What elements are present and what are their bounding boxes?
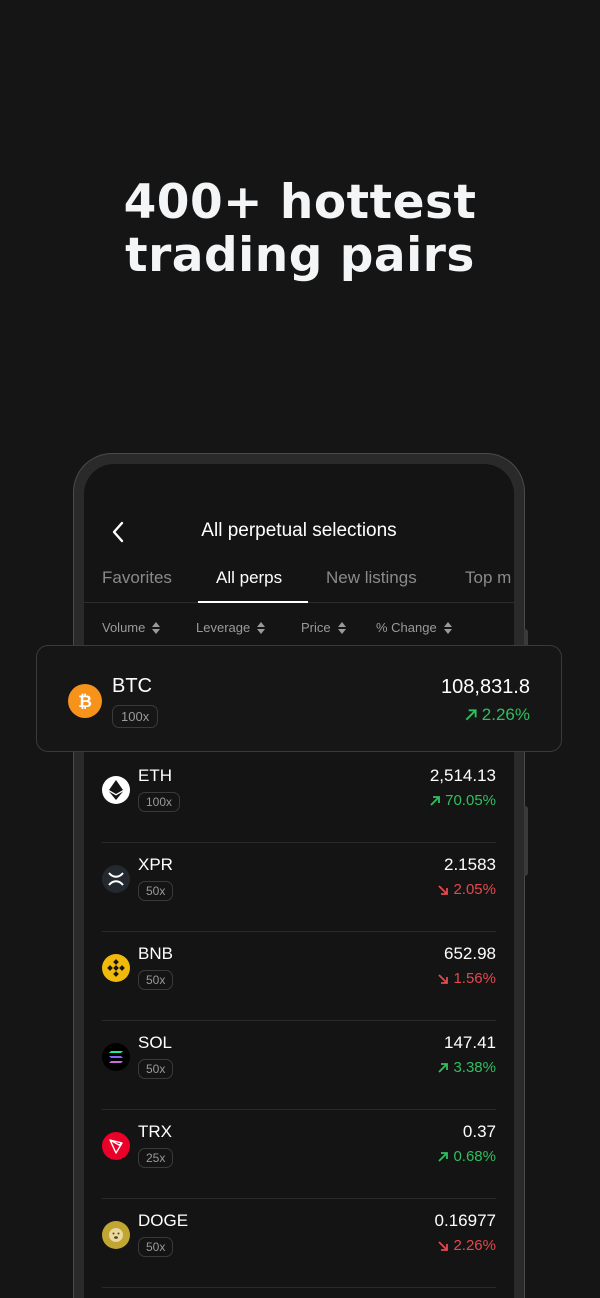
nav-bar: All perpetual selections (84, 512, 514, 552)
pair-symbol: TRX (138, 1122, 172, 1141)
pair-row-sol[interactable]: SOL 50x 147.41 3.38% (102, 1021, 496, 1110)
sort-volume[interactable]: Volume (102, 620, 161, 635)
arrow-down-right-icon (438, 884, 449, 895)
pair-change: 0.68% (437, 1148, 496, 1165)
pair-list: ETH 100x 2,514.13 70.05% XPR 50x 2.1583 (102, 754, 496, 1288)
bitcoin-icon: ₿ (68, 684, 102, 718)
phone-screen: All perpetual selections Favorites All p… (84, 464, 514, 1298)
pair-change-value: 3.38% (453, 1059, 496, 1076)
pair-price: 108,831.8 (441, 676, 530, 698)
sort-volume-label: Volume (102, 620, 146, 635)
arrow-up-right-icon (465, 709, 477, 721)
pair-price: 2,514.13 (429, 766, 496, 785)
sort-change-label: % Change (376, 620, 437, 635)
pair-change: 2.26% (437, 1237, 496, 1254)
headline: 400+ hottest trading pairs (0, 176, 600, 282)
leverage-badge: 100x (112, 705, 159, 728)
highlighted-pair-card-btc[interactable]: ₿ BTC 100x 108,831.8 2.26% (36, 645, 562, 752)
pair-symbol: ETH (138, 766, 172, 785)
pair-change: 3.38% (437, 1059, 496, 1076)
pair-row-eth[interactable]: ETH 100x 2,514.13 70.05% (102, 754, 496, 843)
pair-symbol: BNB (138, 944, 173, 963)
svg-text:₿: ₿ (78, 692, 92, 711)
solana-icon (102, 1043, 130, 1071)
arrow-up-right-icon (430, 795, 441, 806)
pair-change: 70.05% (429, 792, 496, 809)
phone-frame: All perpetual selections Favorites All p… (74, 454, 528, 1298)
dogecoin-icon (102, 1221, 130, 1249)
sort-icon (337, 621, 346, 634)
pair-change: 2.26% (464, 705, 530, 725)
pair-change: 2.05% (437, 881, 496, 898)
pair-price: 0.37 (462, 1122, 496, 1141)
pair-symbol: BTC (112, 675, 152, 697)
tab-new-listings[interactable]: New listings (326, 568, 417, 588)
pair-change-value: 0.68% (453, 1148, 496, 1165)
sort-icon (443, 621, 452, 634)
tab-favorites[interactable]: Favorites (102, 568, 172, 588)
headline-line-2: trading pairs (125, 228, 475, 283)
pair-change-value: 70.05% (445, 792, 496, 809)
bnb-icon (102, 954, 130, 982)
pair-change-value: 1.56% (453, 970, 496, 987)
tab-all-perps[interactable]: All perps (216, 568, 282, 588)
pair-change-value: 2.05% (453, 881, 496, 898)
pair-price: 0.16977 (434, 1211, 496, 1230)
sort-leverage-label: Leverage (196, 620, 251, 635)
leverage-badge: 50x (138, 881, 174, 901)
tab-top-movers[interactable]: Top m (465, 568, 511, 588)
phone-volume-button (524, 806, 528, 876)
tron-icon (102, 1132, 130, 1160)
arrow-down-right-icon (438, 973, 449, 984)
pair-symbol: DOGE (138, 1211, 189, 1230)
app-screenshot: 400+ hottest trading pairs All perpetual… (0, 0, 600, 1298)
pair-row-doge[interactable]: DOGE 50x 0.16977 2.26% (102, 1199, 496, 1288)
pair-row-bnb[interactable]: BNB 50x 652.98 1.56% (102, 932, 496, 1021)
pair-symbol: XPR (138, 855, 173, 874)
leverage-badge: 100x (138, 792, 181, 812)
sort-price[interactable]: Price (301, 620, 347, 635)
pair-row-trx[interactable]: TRX 25x 0.37 0.68% (102, 1110, 496, 1199)
sort-bar: Volume Leverage Price % Change (102, 620, 514, 644)
pair-symbol: SOL (138, 1033, 173, 1052)
sort-price-label: Price (301, 620, 331, 635)
arrow-down-right-icon (438, 1240, 449, 1251)
page-title: All perpetual selections (201, 520, 397, 541)
xrp-icon (102, 865, 130, 893)
sort-leverage[interactable]: Leverage (196, 620, 266, 635)
leverage-badge: 50x (138, 1237, 174, 1257)
headline-line-1: 400+ hottest (123, 175, 477, 230)
sort-icon (257, 621, 266, 634)
leverage-badge: 50x (138, 970, 174, 990)
arrow-up-right-icon (438, 1151, 449, 1162)
pair-row-xpr[interactable]: XPR 50x 2.1583 2.05% (102, 843, 496, 932)
arrow-up-right-icon (438, 1062, 449, 1073)
tab-bar: Favorites All perps New listings Top m (84, 562, 514, 603)
pair-change-value: 2.26% (453, 1237, 496, 1254)
active-tab-indicator (198, 601, 308, 603)
leverage-badge: 50x (138, 1059, 174, 1079)
pair-price: 147.41 (444, 1033, 496, 1052)
pair-price: 652.98 (444, 944, 496, 963)
pair-price: 2.1583 (444, 855, 496, 874)
sort-change[interactable]: % Change (376, 620, 453, 635)
sort-icon (152, 621, 161, 634)
ethereum-icon (102, 776, 130, 804)
pair-change: 1.56% (437, 970, 496, 987)
leverage-badge: 25x (138, 1148, 174, 1168)
pair-change-value: 2.26% (481, 705, 530, 724)
